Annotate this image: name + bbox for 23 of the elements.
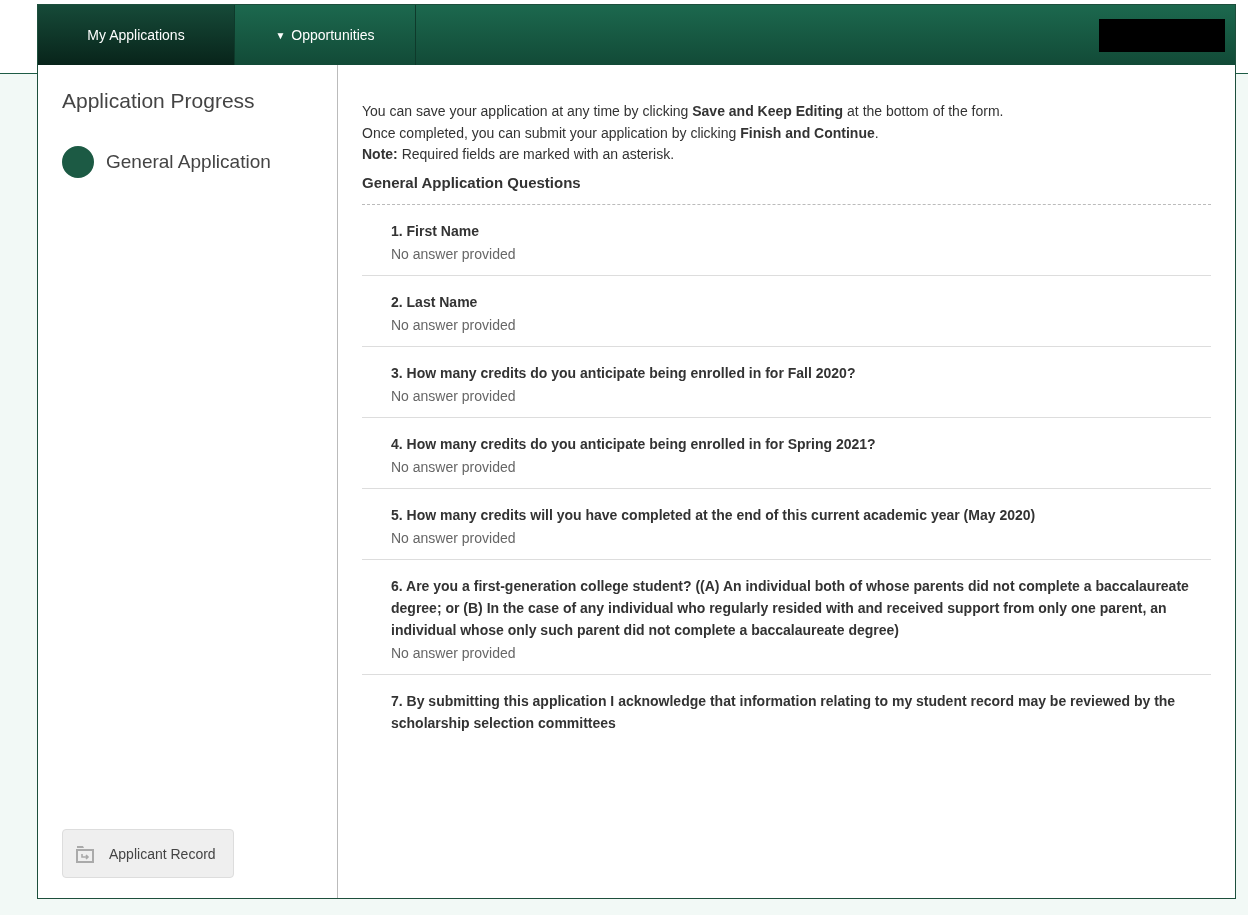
- answer-text: No answer provided: [391, 458, 517, 475]
- instruction-text: Once completed, you can submit your application by clicking Finish and Continue.: [362, 123, 880, 143]
- instruction-text: You can save your application at any time by clicking Save and Keep Editing at the bottom of the form.: [362, 102, 1005, 121]
- nav-tab[interactable]: ▼ Opportunities: [235, 5, 416, 65]
- question-text: 5. How many credits will you have completed at the end of this current academic year (May 2020): [391, 505, 1037, 525]
- answer-text: No answer provided: [391, 387, 517, 404]
- question-text: 2. Last Name: [391, 292, 479, 312]
- section-title: General Application Questions: [362, 173, 1211, 205]
- answer-text: No answer provided: [391, 316, 517, 333]
- folder-icon: [75, 843, 95, 864]
- answer-text: No answer provided: [391, 245, 517, 262]
- question-text: 4. How many credits do you anticipate being enrolled in for Spring 2021?: [391, 434, 877, 454]
- answer-text: No answer provided: [391, 529, 517, 546]
- applicant-record-button[interactable]: Applicant Record: [62, 829, 234, 878]
- question-text: 1. First Name: [391, 221, 480, 241]
- question-text: 3. How many credits do you anticipate being enrolled in for Fall 2020?: [391, 363, 857, 383]
- nav-tab[interactable]: My Applications: [38, 5, 235, 65]
- sidebar-title: Application Progress: [62, 89, 256, 113]
- question-text: 6. Are you a first-generation college student? ((A) An individual both of whose parents did not complete a baccalaureate degree; or (B) In the case of any individual who regularly resided with and received support from only one parent, an individual whose only such parent did not complete a baccalaureate degree): [391, 576, 1190, 640]
- instruction-text: Note: Required fields are marked with an asterisk.: [362, 145, 675, 164]
- question-text: 7. By submitting this application I acknowledge that information relating to my student record may be reviewed by the scholarship selection committees: [391, 691, 1177, 733]
- answer-text: No answer provided: [391, 644, 517, 661]
- step-label[interactable]: General Application: [106, 151, 271, 173]
